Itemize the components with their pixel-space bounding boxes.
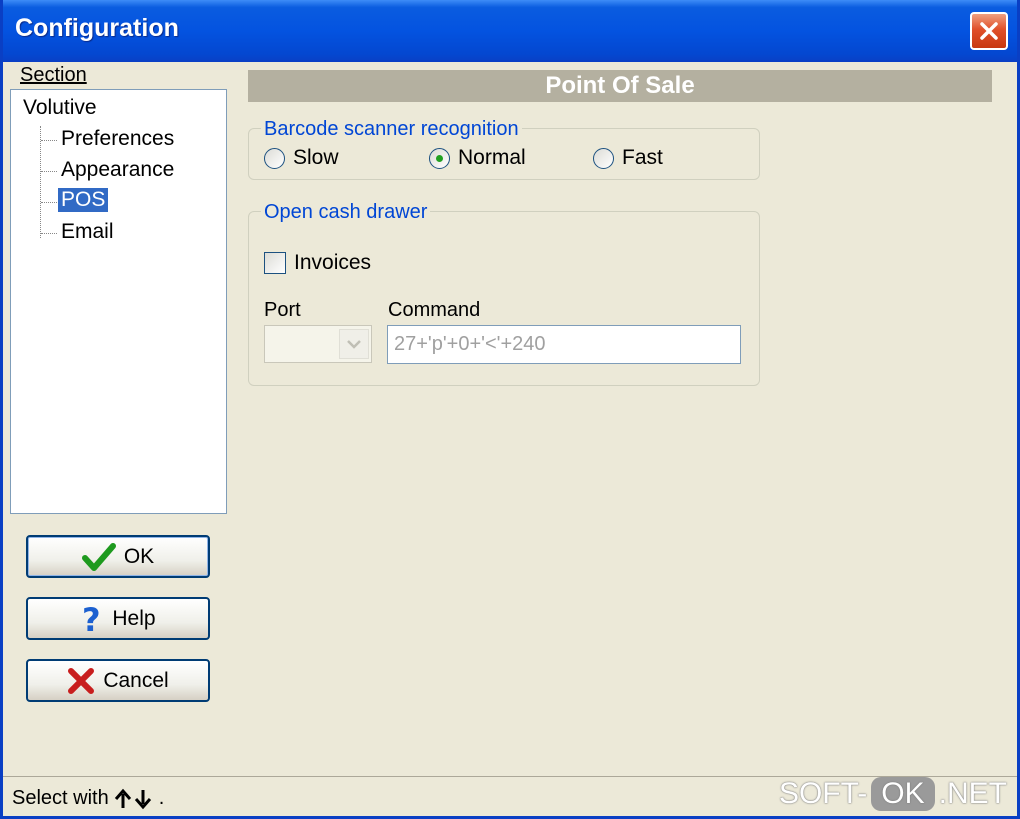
cash-drawer-group-legend: Open cash drawer (261, 201, 431, 224)
status-bar: Select with . SOFT- OK .NET (3, 776, 1017, 816)
svg-text:?: ? (82, 603, 101, 635)
watermark-middle: OK (871, 777, 935, 811)
port-select-arrow[interactable] (339, 329, 369, 359)
port-select[interactable] (264, 325, 372, 363)
command-label-text: Command (388, 299, 481, 321)
section-label: Section (20, 64, 87, 87)
invoices-checkbox[interactable]: Invoices (264, 251, 371, 275)
configuration-window: Configuration Section Volutive Preferenc… (0, 0, 1020, 819)
tree-node-email[interactable]: Email (61, 220, 114, 244)
section-label-text: Section (20, 64, 87, 86)
radio-slow-label: Slow (293, 146, 339, 169)
command-label: Command (388, 299, 480, 322)
watermark: SOFT- OK .NET (779, 777, 1007, 811)
radio-slow-circle[interactable] (264, 147, 285, 169)
close-button[interactable] (970, 12, 1008, 50)
cancel-button-label: Cancel (103, 668, 169, 692)
checkmark-icon (81, 542, 116, 571)
section-tree[interactable]: Volutive Preferences Appearance POS Emai… (10, 89, 227, 514)
window-title: Configuration (15, 14, 179, 42)
chevron-down-icon (347, 340, 361, 349)
radio-normal-label: Normal (458, 146, 526, 169)
cross-icon (68, 667, 95, 694)
invoices-checkbox-box[interactable] (264, 252, 286, 274)
radio-normal[interactable]: Normal (429, 146, 526, 170)
tree-line (40, 126, 41, 238)
status-text-label: Select with (12, 787, 109, 809)
command-input[interactable] (387, 325, 741, 364)
title-bar[interactable]: Configuration (3, 0, 1017, 62)
watermark-right: .NET (938, 777, 1007, 810)
port-label: Port (264, 299, 301, 322)
cancel-button[interactable]: Cancel (26, 659, 210, 702)
up-down-arrows-icon (114, 788, 151, 809)
status-period: . (158, 787, 165, 809)
radio-fast-label: Fast (622, 146, 663, 169)
help-button-label: Help (112, 606, 156, 630)
tree-line (41, 233, 57, 234)
status-text: Select with . (12, 787, 164, 810)
barcode-group-legend: Barcode scanner recognition (261, 118, 522, 141)
port-label-text: Port (264, 299, 301, 321)
question-mark-icon: ? (82, 603, 101, 635)
radio-fast[interactable]: Fast (593, 146, 663, 170)
radio-normal-circle[interactable] (429, 147, 450, 169)
tree-line (41, 171, 57, 172)
radio-slow[interactable]: Slow (264, 146, 339, 170)
tree-node-appearance[interactable]: Appearance (61, 158, 174, 182)
panel-header: Point Of Sale (248, 70, 992, 102)
radio-fast-circle[interactable] (593, 147, 614, 169)
tree-line (41, 202, 57, 203)
tree-line (41, 140, 57, 141)
tree-node-preferences[interactable]: Preferences (61, 127, 174, 151)
ok-button[interactable]: OK (26, 535, 210, 578)
watermark-left: SOFT- (778, 777, 868, 810)
close-icon (980, 22, 998, 40)
ok-button-label: OK (123, 544, 155, 568)
help-button[interactable]: ? Help (26, 597, 210, 640)
tree-node-pos[interactable]: POS (58, 188, 109, 212)
invoices-checkbox-label: Invoices (294, 251, 372, 274)
tree-node-volutive[interactable]: Volutive (23, 96, 97, 120)
